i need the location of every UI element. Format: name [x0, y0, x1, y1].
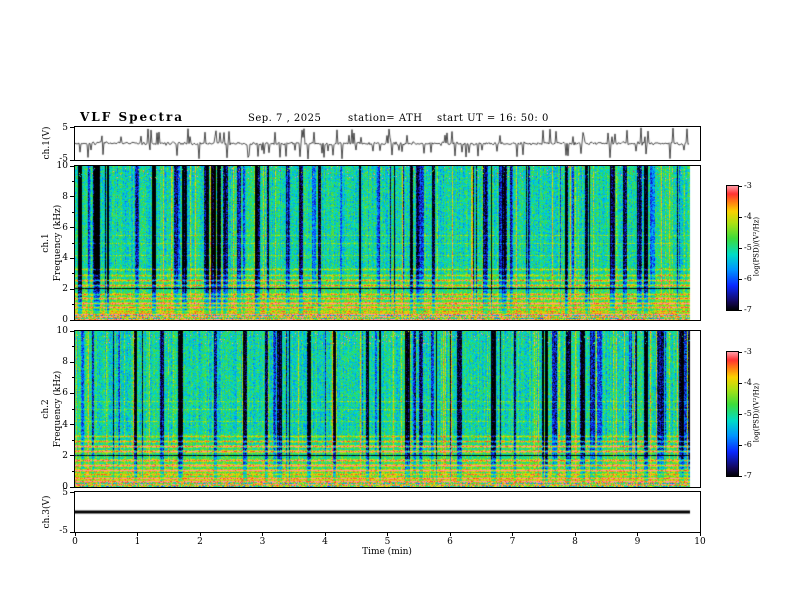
y-tick-mark — [70, 424, 74, 426]
colorbar-tick-label: -4 — [744, 378, 752, 387]
x-tick-label: 6 — [447, 537, 453, 547]
colorbar-tick-label: -4 — [744, 212, 752, 221]
x-tick-label: 4 — [322, 537, 328, 547]
y-tick-label: 6 — [62, 388, 68, 399]
y-tick-mark — [70, 491, 74, 493]
y-tick-mark — [70, 196, 74, 198]
colorbar-tick-mark — [739, 216, 742, 218]
colorbar1-canvas — [727, 186, 738, 310]
y-tick-mark — [70, 486, 74, 488]
ch3-wave-ylabel: ch.3(V) — [42, 495, 52, 529]
figure-title: VLF Spectra — [80, 110, 185, 124]
header-start-ut: start UT = 16: 50: 0 — [437, 113, 549, 124]
y-tick-label: 10 — [56, 326, 68, 336]
y-tick-mark — [70, 126, 74, 128]
x-tick-mark — [449, 532, 451, 536]
x-tick-mark — [74, 532, 76, 536]
x-axis-label: Time (min) — [362, 547, 412, 557]
colorbar2-canvas — [727, 352, 738, 476]
y-tick-label: 5 — [62, 123, 68, 133]
ch2-spectrogram-canvas — [75, 331, 700, 487]
x-tick-mark — [574, 532, 576, 536]
x-tick-label: 5 — [384, 537, 391, 547]
colorbar-tick-label: -5 — [744, 243, 752, 252]
ch1-waveform-canvas — [75, 127, 700, 160]
colorbar-tick-mark — [739, 278, 742, 280]
x-tick-label: 7 — [509, 537, 516, 547]
colorbar-tick-mark — [739, 444, 742, 446]
y-tick-mark — [70, 159, 74, 161]
y-tick-label: 2 — [62, 450, 68, 461]
y-tick-mark — [70, 455, 74, 457]
x-tick-mark — [637, 532, 638, 536]
x-tick-label: 9 — [634, 537, 641, 547]
x-tick-mark — [199, 532, 201, 536]
y-minor-tick-mark — [72, 304, 74, 306]
y-tick-mark — [70, 288, 74, 290]
header-station: station= ATH — [348, 113, 423, 124]
y-minor-tick-mark — [72, 470, 74, 472]
x-tick-label: 3 — [259, 537, 266, 547]
ch1-spectrogram-canvas — [75, 166, 700, 320]
y-minor-tick-mark — [72, 346, 74, 348]
x-tick-label: 1 — [134, 537, 141, 547]
y-tick-mark — [70, 330, 74, 332]
colorbar-tick-label: -5 — [744, 409, 752, 418]
x-tick-label: 0 — [72, 537, 78, 547]
y-tick-label: 8 — [62, 191, 68, 202]
y-tick-mark — [70, 257, 74, 259]
x-tick-label: 10 — [694, 537, 706, 547]
y-tick-label: 5 — [62, 488, 68, 498]
y-tick-mark — [70, 165, 74, 167]
x-tick-mark — [512, 532, 513, 536]
colorbar-tick-label: -6 — [744, 274, 752, 283]
colorbar-tick-mark — [739, 309, 742, 311]
y-minor-tick-mark — [72, 242, 74, 244]
y-minor-tick-mark — [72, 180, 74, 182]
y-minor-tick-mark — [72, 273, 74, 275]
x-tick-label: 8 — [572, 537, 578, 547]
colorbar-tick-mark — [739, 185, 742, 187]
y-tick-mark — [70, 531, 74, 533]
x-tick-mark — [387, 532, 388, 536]
y-minor-tick-mark — [72, 408, 74, 410]
colorbar-tick-mark — [739, 382, 742, 384]
y-tick-label: 0 — [62, 315, 68, 325]
vlf-spectra-figure: VLF Spectra Sep. 7 , 2025 station= ATH s… — [0, 0, 792, 612]
x-tick-mark — [137, 532, 138, 536]
x-tick-mark — [324, 532, 326, 536]
x-tick-mark — [262, 532, 263, 536]
y-minor-tick-mark — [72, 377, 74, 379]
colorbar-tick-mark — [739, 413, 742, 415]
colorbar-tick-mark — [739, 475, 742, 477]
y-tick-label: 2 — [62, 284, 68, 295]
colorbar-tick-label: -7 — [744, 305, 752, 314]
y-tick-label: -5 — [59, 526, 68, 536]
ch3-waveform-canvas — [75, 492, 700, 532]
x-tick-mark — [699, 532, 701, 536]
colorbar-tick-label: -6 — [744, 440, 752, 449]
y-tick-label: 6 — [62, 222, 68, 233]
y-tick-label: -5 — [59, 154, 68, 164]
colorbar-tick-mark — [739, 351, 742, 353]
colorbar-tick-label: -3 — [744, 181, 752, 190]
header-date: Sep. 7 , 2025 — [248, 113, 322, 124]
colorbar-tick-mark — [739, 247, 742, 249]
y-tick-label: 8 — [62, 357, 68, 368]
colorbar-tick-label: -7 — [744, 471, 752, 480]
y-tick-mark — [70, 227, 74, 229]
x-tick-label: 2 — [197, 537, 203, 547]
y-tick-label: 4 — [62, 253, 68, 264]
y-minor-tick-mark — [72, 439, 74, 441]
y-tick-mark — [70, 392, 74, 394]
y-tick-mark — [70, 361, 74, 363]
y-minor-tick-mark — [72, 211, 74, 213]
colorbar-tick-label: -3 — [744, 347, 752, 356]
y-tick-mark — [70, 319, 74, 321]
y-tick-label: 4 — [62, 419, 68, 430]
